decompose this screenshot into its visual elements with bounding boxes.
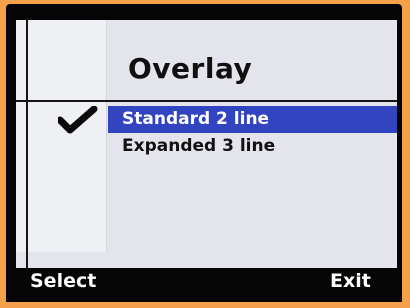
option-label: Expanded 3 line [122,136,276,156]
option-standard-2-line[interactable]: Standard 2 line [108,106,397,133]
title-divider [16,100,397,102]
frame-line [26,18,28,268]
option-expanded-3-line[interactable]: Expanded 3 line [108,133,397,160]
select-softkey[interactable]: Select [30,270,96,292]
column-divider [106,20,107,252]
exit-softkey[interactable]: Exit [330,270,371,292]
icon-column [16,20,106,252]
menu-title: Overlay [128,52,253,85]
option-label: Standard 2 line [122,109,270,129]
menu-screen: Overlay Standard 2 line Expanded 3 line [16,20,397,268]
checkmark-icon [58,106,98,134]
